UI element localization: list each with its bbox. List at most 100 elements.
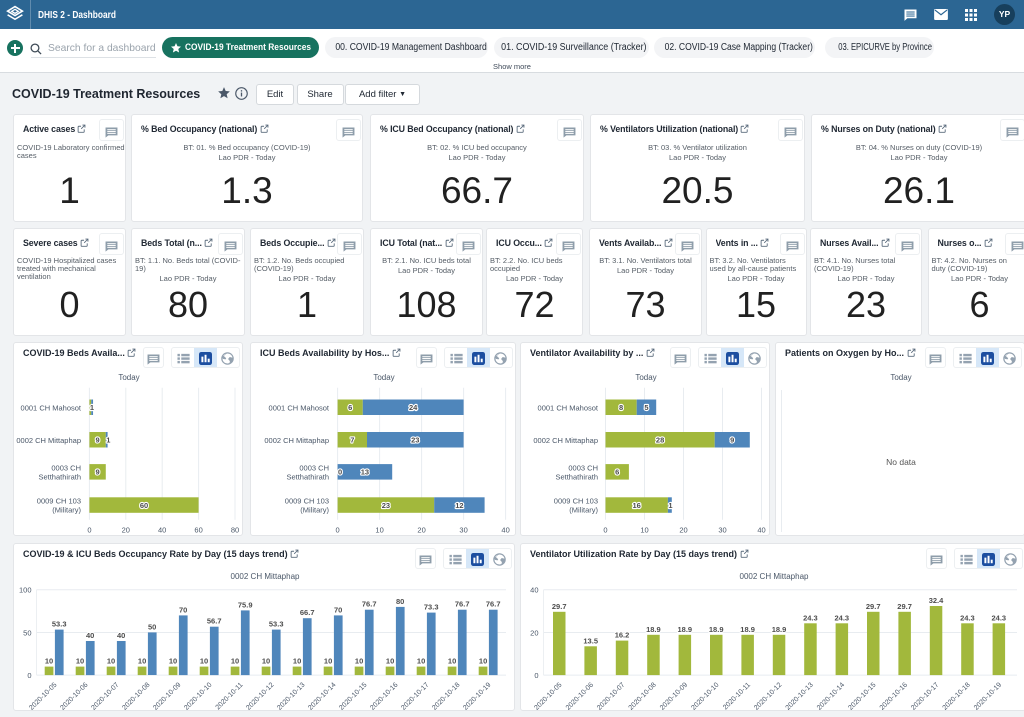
svg-text:2020-10-13: 2020-10-13 xyxy=(276,681,306,711)
svg-text:(Military): (Military) xyxy=(569,505,598,514)
svg-text:20: 20 xyxy=(530,628,538,637)
svg-text:10: 10 xyxy=(355,656,363,665)
svg-text:1: 1 xyxy=(668,500,672,509)
svg-text:0009 CH 103: 0009 CH 103 xyxy=(285,496,329,505)
svg-text:53.3: 53.3 xyxy=(269,619,284,628)
svg-text:75.9: 75.9 xyxy=(238,600,253,609)
svg-text:10: 10 xyxy=(262,656,270,665)
svg-text:80: 80 xyxy=(231,525,239,534)
svg-text:60: 60 xyxy=(140,500,148,509)
svg-text:2020-10-07: 2020-10-07 xyxy=(596,681,626,711)
svg-text:80: 80 xyxy=(396,597,404,606)
svg-text:0009 CH 103: 0009 CH 103 xyxy=(37,496,81,505)
svg-text:8: 8 xyxy=(619,403,623,412)
svg-text:20: 20 xyxy=(122,525,130,534)
svg-text:0003 CH: 0003 CH xyxy=(568,463,598,472)
svg-text:0001 CH Mahosot: 0001 CH Mahosot xyxy=(538,403,599,412)
svg-text:2020-10-08: 2020-10-08 xyxy=(628,681,658,711)
svg-text:76.7: 76.7 xyxy=(362,599,377,608)
svg-text:10: 10 xyxy=(417,656,425,665)
svg-text:0: 0 xyxy=(534,671,538,680)
svg-text:23: 23 xyxy=(411,435,419,444)
svg-text:24.3: 24.3 xyxy=(834,613,849,622)
svg-text:2020-10-14: 2020-10-14 xyxy=(307,681,337,711)
svg-text:40: 40 xyxy=(158,525,166,534)
svg-text:0: 0 xyxy=(87,525,91,534)
svg-text:1: 1 xyxy=(106,435,110,444)
svg-text:2020-10-18: 2020-10-18 xyxy=(942,681,972,711)
svg-text:10: 10 xyxy=(138,656,146,665)
svg-text:56.7: 56.7 xyxy=(207,616,222,625)
svg-text:40: 40 xyxy=(501,525,509,534)
svg-text:70: 70 xyxy=(334,605,342,614)
svg-text:7: 7 xyxy=(350,435,354,444)
svg-text:29.7: 29.7 xyxy=(897,602,912,611)
svg-text:2020-10-05: 2020-10-05 xyxy=(533,681,563,711)
svg-text:0: 0 xyxy=(336,525,340,534)
svg-text:10: 10 xyxy=(169,656,177,665)
svg-text:10: 10 xyxy=(76,656,84,665)
svg-text:40: 40 xyxy=(117,631,125,640)
svg-text:76.7: 76.7 xyxy=(455,599,470,608)
svg-text:2020-10-06: 2020-10-06 xyxy=(59,681,89,711)
svg-text:60: 60 xyxy=(194,525,202,534)
svg-text:24.3: 24.3 xyxy=(991,613,1006,622)
svg-text:0009 CH 103: 0009 CH 103 xyxy=(554,496,598,505)
svg-text:10: 10 xyxy=(107,656,115,665)
svg-text:2020-10-10: 2020-10-10 xyxy=(183,681,213,711)
svg-text:Setthathirath: Setthathirath xyxy=(38,472,81,481)
svg-text:2020-10-15: 2020-10-15 xyxy=(847,681,877,711)
svg-text:2020-10-18: 2020-10-18 xyxy=(431,681,461,711)
svg-text:10: 10 xyxy=(386,656,394,665)
svg-text:2020-10-09: 2020-10-09 xyxy=(152,681,182,711)
svg-text:9: 9 xyxy=(96,467,100,476)
svg-text:2020-10-17: 2020-10-17 xyxy=(400,681,430,711)
svg-text:0003 CH: 0003 CH xyxy=(51,463,81,472)
svg-text:2020-10-13: 2020-10-13 xyxy=(785,681,815,711)
svg-text:29.7: 29.7 xyxy=(552,602,567,611)
svg-text:0003 CH: 0003 CH xyxy=(299,463,329,472)
svg-text:2020-10-07: 2020-10-07 xyxy=(90,681,120,711)
svg-text:2020-10-05: 2020-10-05 xyxy=(28,681,58,711)
svg-text:10: 10 xyxy=(200,656,208,665)
svg-text:0002 CH Mittaphap: 0002 CH Mittaphap xyxy=(16,435,81,444)
svg-text:2020-10-16: 2020-10-16 xyxy=(879,681,909,711)
svg-text:5: 5 xyxy=(644,403,648,412)
svg-text:16.2: 16.2 xyxy=(615,630,630,639)
svg-text:9: 9 xyxy=(730,435,734,444)
svg-text:2020-10-15: 2020-10-15 xyxy=(338,681,368,711)
svg-text:40: 40 xyxy=(530,585,538,594)
svg-text:32.4: 32.4 xyxy=(929,596,944,605)
svg-text:18.9: 18.9 xyxy=(709,625,724,634)
svg-text:9: 9 xyxy=(96,435,100,444)
svg-text:30: 30 xyxy=(718,525,726,534)
svg-text:40: 40 xyxy=(86,631,94,640)
svg-text:12: 12 xyxy=(455,500,463,509)
svg-text:0: 0 xyxy=(338,467,342,476)
svg-text:18.9: 18.9 xyxy=(646,625,661,634)
svg-text:10: 10 xyxy=(375,525,383,534)
svg-text:2020-10-11: 2020-10-11 xyxy=(215,681,245,711)
svg-text:0: 0 xyxy=(603,525,607,534)
svg-text:18.9: 18.9 xyxy=(740,625,755,634)
svg-text:0002 CH Mittaphap: 0002 CH Mittaphap xyxy=(533,435,598,444)
svg-text:50: 50 xyxy=(23,628,31,637)
svg-text:13: 13 xyxy=(361,467,369,476)
svg-text:10: 10 xyxy=(45,656,53,665)
svg-text:Setthathirath: Setthathirath xyxy=(555,472,598,481)
svg-text:40: 40 xyxy=(757,525,765,534)
svg-text:2020-10-06: 2020-10-06 xyxy=(565,681,595,711)
svg-text:16: 16 xyxy=(633,500,641,509)
svg-text:53.3: 53.3 xyxy=(52,619,67,628)
svg-text:73.3: 73.3 xyxy=(424,602,439,611)
svg-text:2020-10-11: 2020-10-11 xyxy=(722,681,752,711)
svg-text:66.7: 66.7 xyxy=(300,608,315,617)
svg-text:10: 10 xyxy=(293,656,301,665)
svg-text:2020-10-14: 2020-10-14 xyxy=(816,681,846,711)
svg-text:24.3: 24.3 xyxy=(803,613,818,622)
svg-text:0001 CH Mahosot: 0001 CH Mahosot xyxy=(21,403,82,412)
svg-text:2020-10-08: 2020-10-08 xyxy=(121,681,151,711)
svg-text:20: 20 xyxy=(679,525,687,534)
svg-text:30: 30 xyxy=(459,525,467,534)
svg-text:2020-10-19: 2020-10-19 xyxy=(462,681,492,711)
